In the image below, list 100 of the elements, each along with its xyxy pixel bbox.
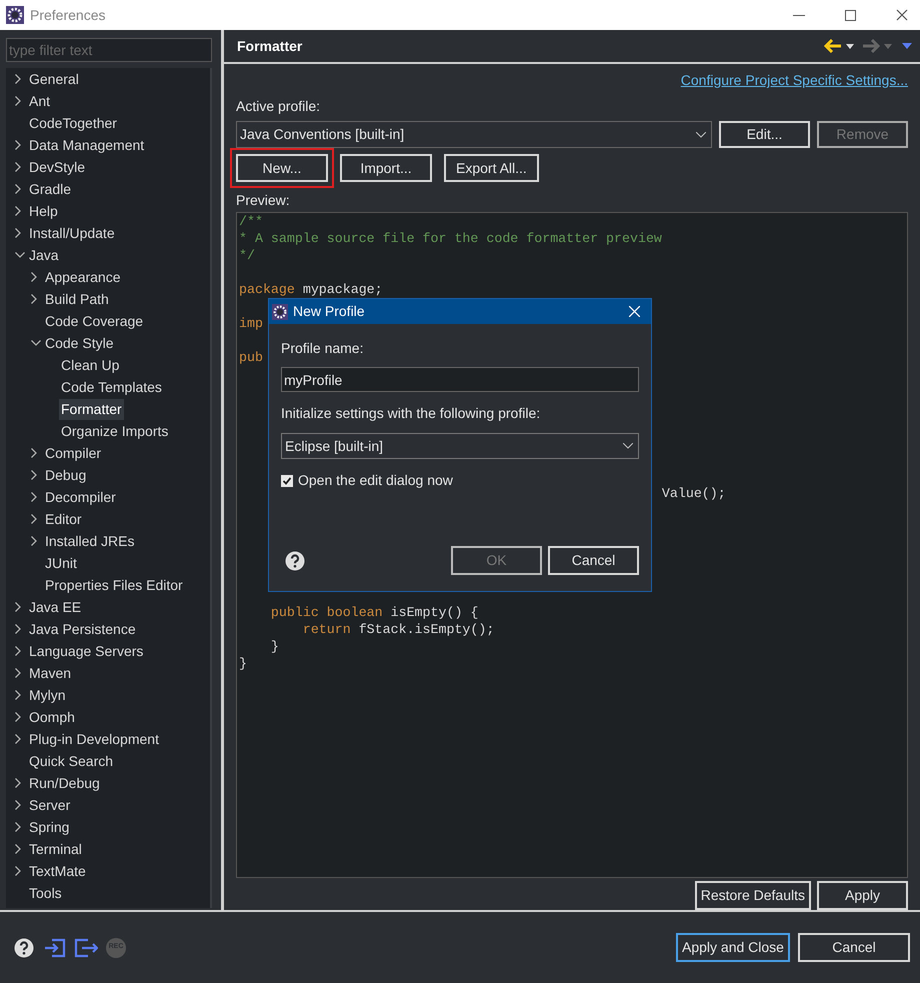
tree-item[interactable]: Decompiler xyxy=(43,486,118,508)
chevron-right-icon[interactable] xyxy=(31,536,37,546)
tree-item[interactable]: Help xyxy=(27,200,60,222)
chevron-right-icon[interactable] xyxy=(15,206,21,216)
tree-item[interactable]: Language Servers xyxy=(27,640,146,662)
tree-item[interactable]: Server xyxy=(27,794,72,816)
tree-item[interactable]: Compiler xyxy=(43,442,104,464)
tree-item[interactable]: Gradle xyxy=(27,178,74,200)
chevron-right-icon[interactable] xyxy=(31,272,37,282)
chevron-right-icon[interactable] xyxy=(15,228,21,238)
chevron-down-icon xyxy=(623,443,633,449)
tree-item[interactable]: Run/Debug xyxy=(27,772,102,794)
tree-item[interactable]: Spring xyxy=(27,816,72,838)
chevron-right-icon[interactable] xyxy=(15,184,21,194)
profile-action-button[interactable]: New... xyxy=(236,154,328,182)
tree-item[interactable]: Ant xyxy=(27,90,52,112)
chevron-right-icon[interactable] xyxy=(31,448,37,458)
export-icon[interactable] xyxy=(74,938,98,958)
profile-dropdown[interactable]: Eclipse [built-in] xyxy=(281,433,639,459)
tree-item[interactable]: JUnit xyxy=(43,552,79,574)
chevron-right-icon[interactable] xyxy=(31,514,37,524)
chevron-right-icon[interactable] xyxy=(15,96,21,106)
configure-link[interactable]: Configure Project Specific Settings... xyxy=(680,70,908,91)
chevron-right-icon[interactable] xyxy=(15,844,21,854)
chevron-right-icon[interactable] xyxy=(31,492,37,502)
tree-item[interactable]: TextMate xyxy=(27,860,88,882)
tree-item[interactable]: Quick Search xyxy=(27,750,116,772)
back-arrow-icon[interactable] xyxy=(824,39,842,53)
tree-item[interactable]: Code Coverage xyxy=(43,310,146,332)
tree-item[interactable]: Maven xyxy=(27,662,74,684)
chevron-right-icon[interactable] xyxy=(15,734,21,744)
window-title: Preferences xyxy=(30,6,106,24)
dialog-button[interactable]: Cancel xyxy=(548,546,639,575)
tree-item[interactable]: Build Path xyxy=(43,288,111,310)
chevron-right-icon[interactable] xyxy=(15,690,21,700)
code-line: } xyxy=(270,638,279,655)
dialog-button[interactable]: Apply and Close xyxy=(676,933,790,962)
code-line: } xyxy=(239,655,247,672)
chevron-right-icon[interactable] xyxy=(15,162,21,172)
view-menu-icon[interactable] xyxy=(902,43,912,49)
initialize-label: Initialize settings with the following profile: xyxy=(281,404,540,423)
tree-item[interactable]: Code Style xyxy=(43,332,116,354)
tree-item[interactable]: Installed JREs xyxy=(43,530,136,552)
chevron-right-icon[interactable] xyxy=(15,778,21,788)
checkbox[interactable] xyxy=(281,474,293,486)
profile-button[interactable]: Edit... xyxy=(719,121,810,148)
profile-action-button[interactable]: Import... xyxy=(340,154,432,182)
chevron-down-icon[interactable] xyxy=(31,340,41,346)
maximize-icon[interactable] xyxy=(845,10,856,20)
chevron-right-icon[interactable] xyxy=(15,140,21,150)
tree-item[interactable]: CodeTogether xyxy=(27,112,119,134)
tree-item[interactable]: Properties Files Editor xyxy=(43,574,185,596)
tree-item[interactable]: Organize Imports xyxy=(59,420,170,442)
profile-name-field[interactable]: myProfile xyxy=(281,367,639,392)
tree-item[interactable]: Debug xyxy=(43,464,88,486)
tree-item[interactable]: Terminal xyxy=(27,838,84,860)
chevron-right-icon[interactable] xyxy=(15,646,21,656)
tree-item[interactable]: Java Persistence xyxy=(27,618,138,640)
tree-item[interactable]: Mylyn xyxy=(27,684,68,706)
tree-item[interactable]: DevStyle xyxy=(27,156,88,178)
page-button[interactable]: Restore Defaults xyxy=(694,881,811,910)
help-icon[interactable] xyxy=(14,938,34,958)
chevron-right-icon[interactable] xyxy=(15,822,21,832)
tree-item[interactable]: Data Management xyxy=(27,134,146,156)
filter-field[interactable]: type filter text xyxy=(6,38,212,62)
tree-item[interactable]: Java xyxy=(27,244,61,266)
checkbox-label[interactable]: Open the edit dialog now xyxy=(298,470,453,491)
dropdown-value: Eclipse [built-in] xyxy=(285,436,384,456)
tree-item[interactable]: General xyxy=(27,68,81,90)
code-line: return fStack.isEmpty(); xyxy=(302,621,494,638)
page-button[interactable]: Apply xyxy=(817,881,908,910)
minimize-icon[interactable] xyxy=(793,14,805,16)
dialog-button[interactable]: Cancel xyxy=(798,933,910,962)
chevron-right-icon[interactable] xyxy=(15,74,21,84)
code-line: imp xyxy=(239,315,263,332)
import-icon[interactable] xyxy=(44,938,66,958)
tree-item[interactable]: Code Templates xyxy=(59,376,164,398)
help-icon[interactable] xyxy=(285,550,305,570)
chevron-down-icon[interactable] xyxy=(15,252,25,258)
chevron-right-icon[interactable] xyxy=(15,712,21,722)
chevron-right-icon[interactable] xyxy=(15,866,21,876)
tree-item[interactable]: Appearance xyxy=(43,266,123,288)
tree-item[interactable]: Install/Update xyxy=(27,222,117,244)
tree-item[interactable]: Clean Up xyxy=(59,354,122,376)
chevron-right-icon[interactable] xyxy=(31,470,37,480)
profile-action-button[interactable]: Export All... xyxy=(444,154,539,182)
chevron-right-icon[interactable] xyxy=(31,294,37,304)
close-icon[interactable] xyxy=(896,9,908,21)
tree-item[interactable]: Java EE xyxy=(27,596,84,618)
chevron-right-icon[interactable] xyxy=(15,624,21,634)
tree-item[interactable]: Formatter xyxy=(59,398,124,420)
chevron-right-icon[interactable] xyxy=(15,602,21,612)
profile-dropdown[interactable]: Java Conventions [built-in] xyxy=(236,121,712,148)
tree-item[interactable]: Tools xyxy=(27,882,64,904)
chevron-right-icon[interactable] xyxy=(15,668,21,678)
tree-item[interactable]: Oomph xyxy=(27,706,77,728)
tree-item[interactable]: Plug-in Development xyxy=(27,728,161,750)
dropdown-icon[interactable] xyxy=(846,44,854,48)
chevron-right-icon[interactable] xyxy=(15,800,21,810)
tree-item[interactable]: Editor xyxy=(43,508,84,530)
